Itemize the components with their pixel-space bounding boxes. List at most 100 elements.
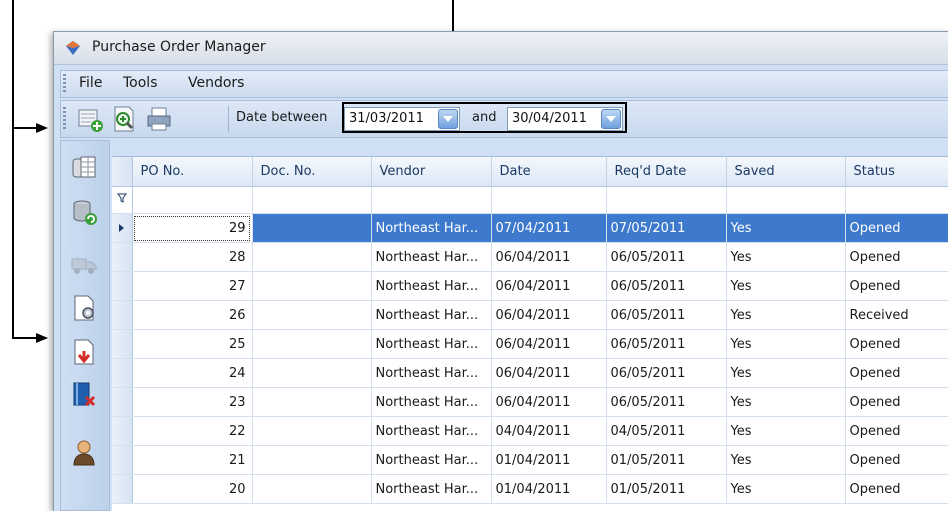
cell-doc-no[interactable] (252, 387, 372, 417)
cell-saved[interactable]: Yes (726, 474, 846, 504)
cell-status[interactable]: Opened (845, 329, 948, 359)
filter-cell-vendor[interactable] (371, 186, 492, 214)
table-row[interactable]: 27 Northeast Har... 06/04/2011 06/05/2011 Ye… (112, 271, 948, 301)
truck-icon[interactable] (69, 249, 99, 279)
document-settings-icon[interactable] (69, 293, 99, 323)
cell-po-no[interactable]: 29 (132, 213, 253, 243)
cell-saved[interactable]: Yes (726, 271, 846, 301)
col-header-vendor[interactable]: Vendor (371, 157, 492, 187)
table-row[interactable]: 24 Northeast Har... 06/04/2011 06/05/2011 Ye… (112, 358, 948, 388)
cell-vendor[interactable]: Northeast Har... (371, 242, 492, 272)
cell-reqd-date[interactable]: 06/05/2011 (606, 300, 727, 330)
col-header-doc-no[interactable]: Doc. No. (252, 157, 372, 187)
table-row[interactable]: 21 Northeast Har... 01/04/2011 01/05/2011 Ye… (112, 445, 948, 475)
table-row[interactable]: 23 Northeast Har... 06/04/2011 06/05/2011 Ye… (112, 387, 948, 417)
cell-doc-no[interactable] (252, 329, 372, 359)
document-export-icon[interactable] (69, 337, 99, 367)
table-row[interactable]: 20 Northeast Har... 01/04/2011 01/05/2011 Ye… (112, 474, 948, 504)
col-header-po-no[interactable]: PO No. (132, 157, 253, 187)
grid-view-icon[interactable] (69, 153, 99, 183)
cell-reqd-date[interactable]: 01/05/2011 (606, 445, 727, 475)
filter-cell-status[interactable] (845, 186, 948, 214)
cell-saved[interactable]: Yes (726, 329, 846, 359)
cell-date[interactable]: 07/04/2011 (491, 213, 607, 243)
col-header-date[interactable]: Date (491, 157, 607, 187)
cell-reqd-date[interactable]: 06/05/2011 (606, 242, 727, 272)
zoom-in-icon[interactable] (109, 104, 139, 134)
cell-po-no[interactable]: 23 (132, 387, 253, 417)
cell-saved[interactable]: Yes (726, 387, 846, 417)
database-refresh-icon[interactable] (69, 197, 99, 227)
filter-cell-po[interactable] (132, 186, 253, 214)
cell-vendor[interactable]: Northeast Har... (371, 416, 492, 446)
table-row[interactable]: 29 Northeast Har... 07/04/2011 07/05/2011 Ye… (112, 213, 948, 243)
cell-saved[interactable]: Yes (726, 445, 846, 475)
cell-date[interactable]: 06/04/2011 (491, 271, 607, 301)
cell-reqd-date[interactable]: 07/05/2011 (606, 213, 727, 243)
cell-status[interactable]: Opened (845, 242, 948, 272)
cell-status[interactable]: Opened (845, 474, 948, 504)
cell-po-no[interactable]: 22 (132, 416, 253, 446)
cell-doc-no[interactable] (252, 445, 372, 475)
cell-vendor[interactable]: Northeast Har... (371, 387, 492, 417)
menu-tools[interactable]: Tools (123, 75, 158, 91)
table-row[interactable]: 28 Northeast Har... 06/04/2011 06/05/2011 Ye… (112, 242, 948, 272)
cell-doc-no[interactable] (252, 242, 372, 272)
cell-doc-no[interactable] (252, 300, 372, 330)
cell-status[interactable]: Received (845, 300, 948, 330)
cell-status[interactable]: Opened (845, 387, 948, 417)
filter-cell-doc[interactable] (252, 186, 372, 214)
table-row[interactable]: 25 Northeast Har... 06/04/2011 06/05/2011 Ye… (112, 329, 948, 359)
new-order-icon[interactable] (75, 104, 105, 134)
cell-po-no[interactable]: 26 (132, 300, 253, 330)
cell-doc-no[interactable] (252, 213, 372, 243)
cell-vendor[interactable]: Northeast Har... (371, 445, 492, 475)
col-header-saved[interactable]: Saved (726, 157, 846, 187)
cell-vendor[interactable]: Northeast Har... (371, 329, 492, 359)
cell-saved[interactable]: Yes (726, 358, 846, 388)
filter-cell-reqd[interactable] (606, 186, 727, 214)
cell-po-no[interactable]: 24 (132, 358, 253, 388)
cell-status[interactable]: Opened (845, 271, 948, 301)
cell-vendor[interactable]: Northeast Har... (371, 358, 492, 388)
table-row[interactable]: 26 Northeast Har... 06/04/2011 06/05/2011 Ye… (112, 300, 948, 330)
filter-cell-date[interactable] (491, 186, 607, 214)
cell-saved[interactable]: Yes (726, 416, 846, 446)
cell-reqd-date[interactable]: 06/05/2011 (606, 358, 727, 388)
user-icon[interactable] (69, 437, 99, 467)
cell-date[interactable]: 06/04/2011 (491, 242, 607, 272)
cell-status[interactable]: Opened (845, 213, 948, 243)
cell-date[interactable]: 06/04/2011 (491, 329, 607, 359)
cell-po-no[interactable]: 28 (132, 242, 253, 272)
cell-date[interactable]: 01/04/2011 (491, 445, 607, 475)
cell-date[interactable]: 01/04/2011 (491, 474, 607, 504)
menu-vendors[interactable]: Vendors (188, 75, 244, 91)
cell-doc-no[interactable] (252, 358, 372, 388)
cell-vendor[interactable]: Northeast Har... (371, 300, 492, 330)
table-row[interactable]: 22 Northeast Har... 04/04/2011 04/05/2011 Ye… (112, 416, 948, 446)
cell-doc-no[interactable] (252, 474, 372, 504)
cell-status[interactable]: Opened (845, 358, 948, 388)
cell-vendor[interactable]: Northeast Har... (371, 271, 492, 301)
cell-saved[interactable]: Yes (726, 213, 846, 243)
cell-date[interactable]: 06/04/2011 (491, 387, 607, 417)
cell-vendor[interactable]: Northeast Har... (371, 213, 492, 243)
cell-reqd-date[interactable]: 06/05/2011 (606, 329, 727, 359)
cell-reqd-date[interactable]: 06/05/2011 (606, 387, 727, 417)
print-icon[interactable] (144, 104, 174, 134)
cell-date[interactable]: 04/04/2011 (491, 416, 607, 446)
cell-saved[interactable]: Yes (726, 242, 846, 272)
cell-vendor[interactable]: Northeast Har... (371, 474, 492, 504)
menu-file[interactable]: File (79, 75, 102, 91)
cell-reqd-date[interactable]: 01/05/2011 (606, 474, 727, 504)
cell-po-no[interactable]: 27 (132, 271, 253, 301)
cell-po-no[interactable]: 21 (132, 445, 253, 475)
cell-status[interactable]: Opened (845, 416, 948, 446)
cell-reqd-date[interactable]: 06/05/2011 (606, 271, 727, 301)
cell-date[interactable]: 06/04/2011 (491, 358, 607, 388)
cell-doc-no[interactable] (252, 416, 372, 446)
cell-date[interactable]: 06/04/2011 (491, 300, 607, 330)
cell-po-no[interactable]: 20 (132, 474, 253, 504)
col-header-status[interactable]: Status (845, 157, 948, 187)
col-header-reqd-date[interactable]: Req'd Date (606, 157, 727, 187)
